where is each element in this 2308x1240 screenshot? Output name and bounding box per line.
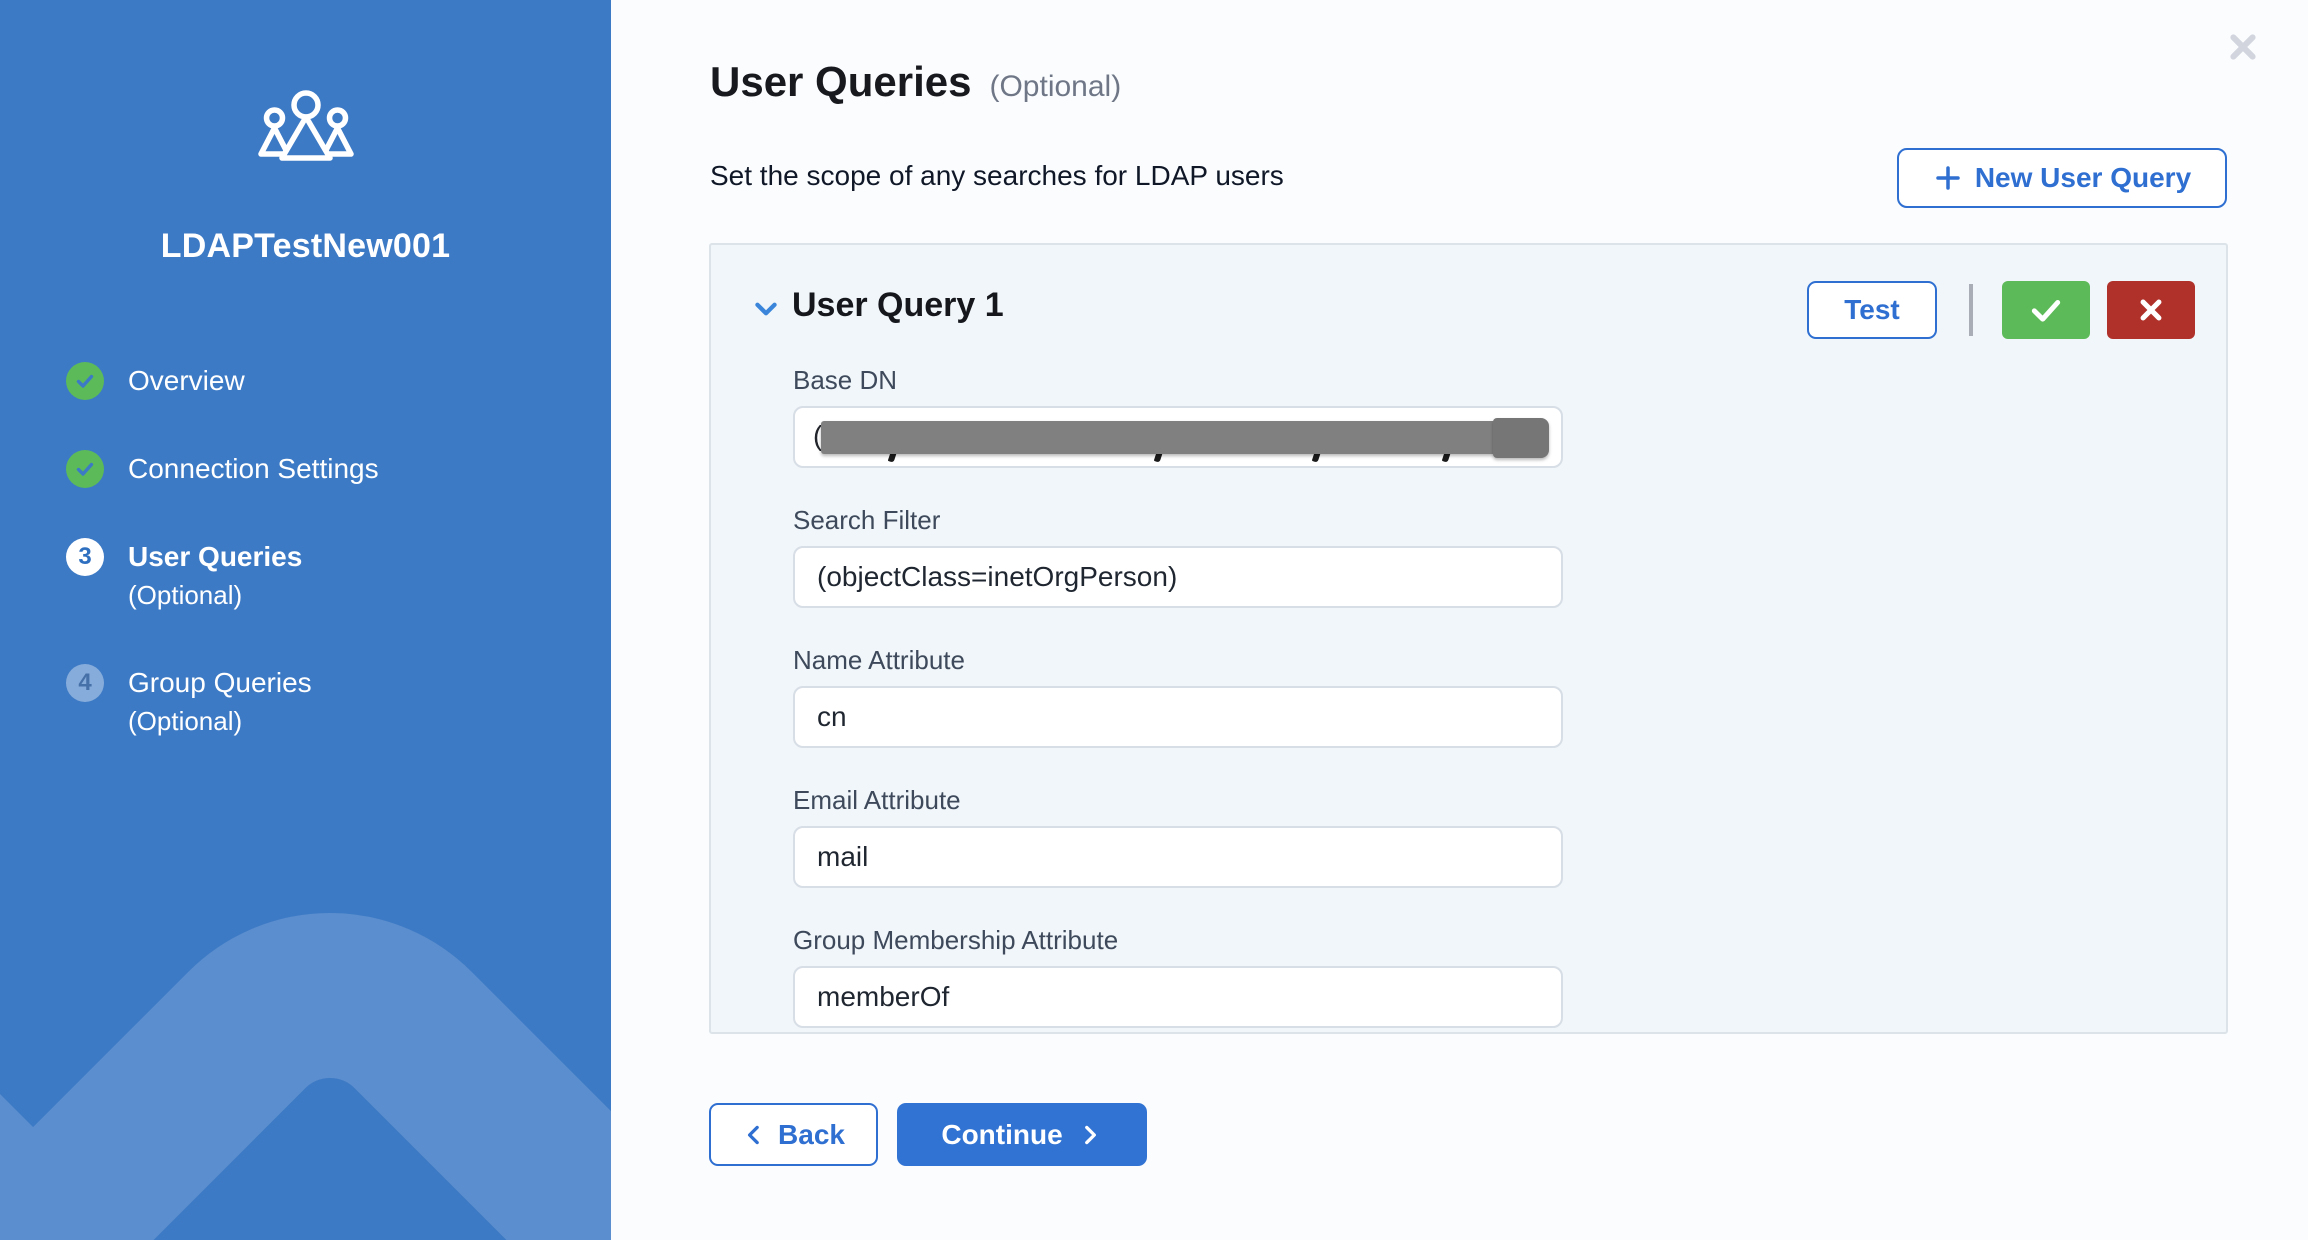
- user-query-card: User Query 1 Test Base DN (: [709, 243, 2228, 1034]
- x-mark-icon: [2132, 291, 2170, 329]
- chevron-left-icon: [742, 1122, 768, 1148]
- wizard-steps: Overview Connection Settings 3 User Quer…: [0, 362, 611, 740]
- name-attribute-field: Name Attribute: [793, 645, 1563, 748]
- confirm-button[interactable]: [2002, 281, 2090, 339]
- search-filter-field: Search Filter: [793, 505, 1563, 608]
- sidebar-watermark-shape: [0, 830, 611, 1240]
- group-membership-attribute-field: Group Membership Attribute: [793, 925, 1563, 1028]
- close-icon[interactable]: [2222, 26, 2264, 68]
- email-attribute-field: Email Attribute: [793, 785, 1563, 888]
- step-group-queries[interactable]: 4 Group Queries (Optional): [66, 664, 611, 740]
- sidebar-header: LDAPTestNew001: [0, 0, 611, 266]
- back-button[interactable]: Back: [709, 1103, 878, 1166]
- page-title: User Queries: [710, 58, 971, 106]
- step-sublabel: (Optional): [128, 580, 242, 610]
- search-filter-input[interactable]: [793, 546, 1563, 608]
- name-attribute-label: Name Attribute: [793, 645, 1563, 676]
- ldap-wizard-dialog: LDAPTestNew001 Overview Connection Setti…: [0, 0, 2308, 1240]
- step-sublabel: (Optional): [128, 706, 242, 736]
- delete-button[interactable]: [2107, 281, 2195, 339]
- chevron-right-icon: [1077, 1122, 1103, 1148]
- check-icon: [2026, 290, 2066, 330]
- group-membership-attribute-label: Group Membership Attribute: [793, 925, 1563, 956]
- actions-divider: [1969, 284, 1973, 336]
- connection-name: LDAPTestNew001: [0, 227, 611, 266]
- step-complete-check-icon: [66, 362, 104, 400]
- step-connection-settings[interactable]: Connection Settings: [66, 450, 611, 488]
- email-attribute-input[interactable]: [793, 826, 1563, 888]
- plus-icon: [1933, 163, 1963, 193]
- step-number-badge: 4: [66, 664, 104, 702]
- page-title-optional: (Optional): [989, 70, 1121, 104]
- step-overview[interactable]: Overview: [66, 362, 611, 400]
- people-group-icon: [258, 90, 354, 166]
- base-dn-field: Base DN (: [793, 365, 1563, 468]
- email-attribute-label: Email Attribute: [793, 785, 1563, 816]
- step-number-badge: 3: [66, 538, 104, 576]
- wizard-sidebar: LDAPTestNew001 Overview Connection Setti…: [0, 0, 611, 1240]
- step-label: Connection Settings: [128, 453, 379, 484]
- group-membership-attribute-input[interactable]: [793, 966, 1563, 1028]
- step-label: Overview: [128, 365, 245, 396]
- redaction-bar: [821, 421, 1497, 454]
- continue-button[interactable]: Continue: [897, 1103, 1147, 1166]
- chevron-down-icon[interactable]: [751, 297, 781, 326]
- new-user-query-button[interactable]: New User Query: [1897, 148, 2227, 208]
- user-query-title: User Query 1: [792, 286, 1004, 325]
- step-complete-check-icon: [66, 450, 104, 488]
- search-filter-label: Search Filter: [793, 505, 1563, 536]
- page-subtitle: Set the scope of any searches for LDAP u…: [710, 160, 1284, 192]
- step-label: Group Queries: [128, 667, 312, 698]
- name-attribute-input[interactable]: [793, 686, 1563, 748]
- new-user-query-label: New User Query: [1975, 162, 2191, 194]
- test-button[interactable]: Test: [1807, 281, 1937, 339]
- step-user-queries[interactable]: 3 User Queries (Optional): [66, 538, 611, 614]
- step-label: User Queries: [128, 541, 302, 572]
- base-dn-label: Base DN: [793, 365, 1563, 396]
- redaction-bar-end: [1493, 418, 1549, 458]
- page-heading-row: User Queries (Optional): [710, 58, 1121, 106]
- wizard-content: User Queries (Optional) Set the scope of…: [611, 0, 2308, 1240]
